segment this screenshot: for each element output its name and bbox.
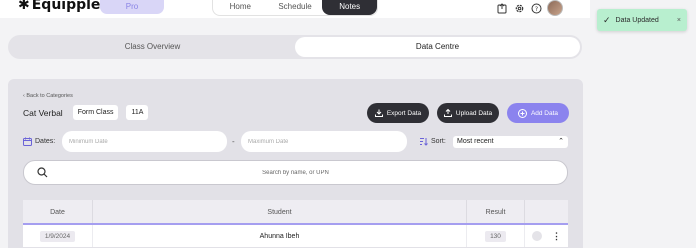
more-options-icon[interactable]: ⋮ — [552, 231, 561, 242]
column-header-result[interactable]: Result — [467, 200, 525, 223]
back-to-categories-link[interactable]: ‹ Back to Categories — [23, 93, 73, 99]
add-data-label: Add Data — [530, 109, 559, 117]
help-icon[interactable]: ? — [530, 2, 542, 14]
data-centre-panel: ‹ Back to Categories Cat Verbal Form Cla… — [8, 79, 583, 248]
main-nav: Home Schedule Notes — [212, 0, 378, 16]
top-bar: ✱ Equipple ® Pro Home Schedule Notes ? — [0, 0, 590, 18]
plus-circle-icon — [517, 108, 527, 118]
toast-close-icon[interactable]: × — [677, 17, 681, 24]
upload-data-button[interactable]: Upload Data — [437, 103, 499, 123]
settings-gear-icon[interactable] — [513, 2, 525, 14]
download-icon — [374, 109, 383, 117]
toast-message: Data Updated — [615, 16, 659, 24]
cell-result: 130 — [467, 225, 525, 247]
nav-tab-schedule[interactable]: Schedule — [268, 0, 323, 15]
sort-select-value: Most recent — [457, 138, 494, 145]
cell-date: 1/9/2024 — [23, 225, 93, 247]
top-icons: ? — [496, 0, 563, 16]
export-icon[interactable] — [496, 2, 508, 14]
app-logo[interactable]: ✱ Equipple ® — [18, 0, 108, 13]
cell-student: Ahunna Ibeh — [93, 225, 467, 247]
breadcrumb: Cat Verbal Form Class 11A — [23, 105, 149, 120]
column-header-date[interactable]: Date — [23, 200, 93, 223]
logo-text: Equipple — [31, 0, 101, 13]
app-root: ✱ Equipple ® Pro Home Schedule Notes ? ✓… — [0, 0, 696, 248]
svg-text:?: ? — [534, 6, 537, 13]
class-chip: 11A — [126, 105, 149, 120]
toast-notification: ✓ Data Updated × — [597, 9, 687, 31]
upload-data-label: Upload Data — [455, 109, 493, 117]
row-select-toggle[interactable] — [532, 231, 542, 241]
result-value: 130 — [485, 230, 506, 242]
sort-select[interactable]: Most recent ⌃ — [453, 136, 568, 148]
sort-label-text: Sort: — [431, 138, 446, 145]
search-bar — [23, 160, 568, 185]
chevron-updown-icon: ⌃ — [558, 138, 564, 145]
export-data-label: Export Data — [386, 109, 422, 117]
nav-tab-home[interactable]: Home — [213, 0, 268, 15]
min-date-input[interactable] — [62, 131, 227, 152]
date-value: 1/9/2024 — [39, 230, 76, 242]
avatar[interactable] — [547, 0, 563, 16]
back-link-label: Back to Categories — [26, 93, 73, 99]
max-date-input[interactable] — [241, 131, 407, 152]
export-data-button[interactable]: Export Data — [367, 103, 429, 123]
results-table: Date Student Result 1/9/2024 Ahunna Ibeh… — [23, 200, 568, 248]
table-header: Date Student Result — [23, 200, 568, 225]
dates-label-text: Dates: — [35, 138, 56, 145]
nav-tab-notes[interactable]: Notes — [322, 0, 378, 15]
filter-row: Dates: - Sort: Most recent ⌃ — [23, 131, 568, 153]
date-range-separator: - — [232, 137, 235, 146]
check-icon: ✓ — [603, 14, 611, 25]
search-input[interactable] — [54, 166, 537, 180]
tab-data-centre[interactable]: Data Centre — [295, 37, 580, 57]
cell-actions: ⋮ — [525, 225, 568, 247]
calendar-icon — [23, 137, 32, 146]
table-row[interactable]: 1/9/2024 Ahunna Ibeh 130 ⋮ — [23, 225, 568, 247]
plan-badge[interactable]: Pro — [100, 0, 164, 14]
sort-icon — [420, 138, 428, 146]
column-header-actions — [525, 200, 568, 223]
search-icon — [37, 167, 48, 178]
form-class-chip: Form Class — [72, 105, 119, 120]
view-switcher: Class Overview Data Centre — [8, 35, 582, 59]
category-title: Cat Verbal — [23, 107, 63, 118]
tab-class-overview[interactable]: Class Overview — [10, 37, 295, 57]
upload-icon — [443, 109, 452, 117]
add-data-button[interactable]: Add Data — [507, 103, 569, 123]
dates-filter-label: Dates: — [23, 137, 55, 146]
column-header-student[interactable]: Student — [93, 200, 467, 223]
logo-star-icon: ✱ — [18, 0, 30, 13]
sort-label: Sort: — [419, 137, 446, 146]
